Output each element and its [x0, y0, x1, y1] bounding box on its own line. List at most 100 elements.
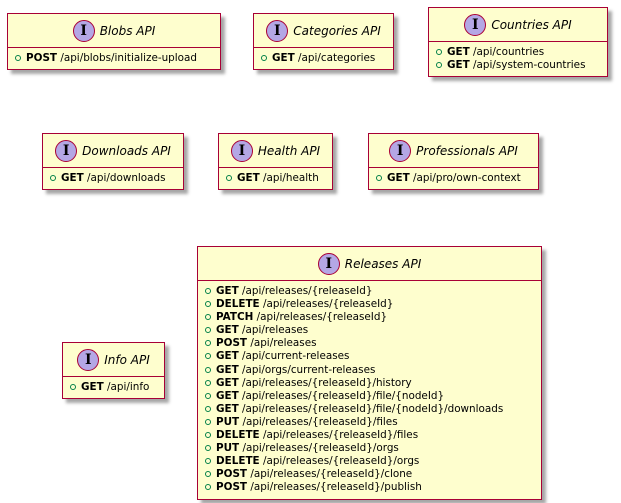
operation-item: POST /api/releases/{releaseId}/clone: [205, 468, 535, 481]
public-method-icon: [205, 353, 211, 360]
endpoint-path: /api/pro/own-context: [413, 172, 521, 184]
public-method-icon: [205, 432, 211, 439]
endpoint-path: /api/releases/{releaseId}/clone: [250, 468, 413, 481]
interface-icon: I: [72, 19, 95, 42]
operation-item: GET /api/orgs/current-releases: [205, 364, 535, 377]
http-verb: POST: [216, 337, 248, 350]
interface-title: Releases API: [344, 256, 422, 271]
public-method-icon: [205, 366, 211, 373]
http-verb: GET: [216, 389, 239, 402]
endpoint-path: /api/releases: [242, 324, 309, 337]
interface-health: I Health API GET /api/health: [218, 133, 333, 191]
http-verb: POST: [216, 481, 248, 494]
http-verb: GET: [216, 324, 239, 337]
endpoint-path: /api/releases/{releaseId}/files: [242, 415, 398, 428]
http-verb: PATCH: [216, 311, 254, 324]
interface-icon: I: [55, 139, 78, 162]
http-verb: GET: [272, 52, 295, 64]
interface-title: Professionals API: [416, 143, 518, 158]
endpoint-path: /api/info: [107, 381, 150, 393]
interface-professionals: I Professionals API GET /api/pro/own-conte…: [368, 133, 539, 191]
interface-blobs: I Blobs API POST /api/blobs/initialize-upl…: [7, 13, 221, 71]
operations-list: GET /api/countries GET /api/system-countr…: [429, 42, 607, 76]
http-verb: GET: [387, 172, 410, 184]
public-method-icon: [436, 62, 442, 69]
interface-icon: I: [266, 19, 289, 42]
endpoint-path: /api/blobs/initialize-upload: [60, 52, 197, 64]
public-method-icon: [261, 55, 267, 61]
http-verb: GET: [216, 376, 239, 389]
interface-title: Health API: [257, 143, 321, 158]
operation-item: GET /api/countries: [436, 46, 601, 59]
endpoint-path: /api/releases/{releaseId}/file/{nodeId}: [242, 389, 445, 402]
interface-header: I Downloads API: [43, 134, 183, 168]
http-verb: PUT: [216, 415, 240, 428]
public-method-icon: [376, 175, 382, 181]
public-method-icon: [50, 175, 56, 181]
endpoint-path: /api/orgs/current-releases: [242, 363, 376, 376]
endpoint-path: /api/releases/{releaseId}/publish: [250, 481, 422, 494]
interface-icon: I: [77, 348, 100, 371]
operations-list: GET /api/releases/{releaseId} DELETE /api…: [198, 281, 541, 499]
interface-title: Blobs API: [99, 23, 156, 38]
endpoint-path: /api/releases/{releaseId}/files: [262, 429, 419, 442]
interface-title: Countries API: [491, 17, 572, 32]
operation-item: GET /api/health: [226, 172, 326, 185]
interface-countries: I Countries API GET /api/countries GET /api…: [428, 7, 608, 78]
endpoint-path: /api/releases/{releaseId}/orgs: [262, 455, 420, 468]
interface-icon: I: [389, 139, 412, 162]
endpoint-path: /api/countries: [473, 46, 545, 58]
http-verb: GET: [216, 285, 239, 297]
public-method-icon: [15, 55, 21, 61]
operation-item: GET /api/releases/{releaseId}/file/{node…: [205, 390, 535, 403]
public-method-icon: [205, 445, 211, 452]
interface-icon: I: [464, 13, 487, 36]
endpoint-path: /api/releases: [250, 337, 317, 350]
endpoint-path: /api/current-releases: [242, 350, 350, 363]
interface-downloads: I Downloads API GET /api/downloads: [42, 133, 184, 191]
http-verb: DELETE: [216, 429, 260, 442]
http-verb: GET: [447, 59, 470, 72]
operation-item: PUT /api/releases/{releaseId}/orgs: [205, 442, 535, 455]
operation-item: GET /api/info: [70, 381, 158, 394]
public-method-icon: [436, 49, 442, 55]
interface-header: I Info API: [63, 343, 164, 377]
operation-item: GET /api/releases/{releaseId}/file/{node…: [205, 403, 535, 416]
http-verb: DELETE: [216, 455, 260, 468]
interface-header: I Categories API: [254, 14, 393, 48]
interface-categories: I Categories API GET /api/categories: [253, 13, 394, 71]
public-method-icon: [205, 392, 211, 399]
operation-item: GET /api/pro/own-context: [376, 172, 532, 185]
public-method-icon: [205, 314, 211, 321]
http-verb: GET: [237, 172, 260, 184]
interface-title: Downloads API: [82, 143, 171, 158]
public-method-icon: [205, 471, 211, 478]
public-method-icon: [205, 327, 211, 334]
endpoint-path: /api/releases/{releaseId}/orgs: [242, 442, 399, 455]
operations-list: GET /api/health: [219, 168, 332, 189]
operations-list: GET /api/pro/own-context: [369, 168, 538, 189]
operations-list: GET /api/downloads: [43, 168, 183, 189]
endpoint-path: /api/system-countries: [473, 59, 586, 72]
public-method-icon: [205, 301, 211, 308]
endpoint-path: /api/releases/{releaseId}: [242, 285, 373, 297]
public-method-icon: [205, 379, 211, 386]
interface-header: I Health API: [219, 134, 332, 168]
interface-title: Categories API: [293, 23, 381, 38]
public-method-icon: [70, 384, 76, 390]
operation-item: GET /api/categories: [261, 52, 387, 65]
endpoint-path: /api/releases/{releaseId}: [256, 311, 388, 324]
http-verb: GET: [447, 46, 470, 58]
endpoint-path: /api/releases/{releaseId}/file/{nodeId}/…: [242, 402, 504, 415]
operation-item: POST /api/releases/{releaseId}/publish: [205, 481, 535, 494]
public-method-icon: [205, 458, 211, 465]
operation-item: PUT /api/releases/{releaseId}/files: [205, 416, 535, 429]
endpoint-path: /api/categories: [298, 52, 376, 64]
interface-header: I Blobs API: [8, 14, 220, 48]
http-verb: GET: [216, 350, 239, 363]
interface-title: Info API: [104, 352, 150, 367]
public-method-icon: [205, 484, 211, 491]
operation-item: POST /api/blobs/initialize-upload: [15, 52, 214, 65]
operation-item: GET /api/releases/{releaseId}: [205, 285, 535, 298]
operation-item: GET /api/downloads: [50, 172, 177, 185]
